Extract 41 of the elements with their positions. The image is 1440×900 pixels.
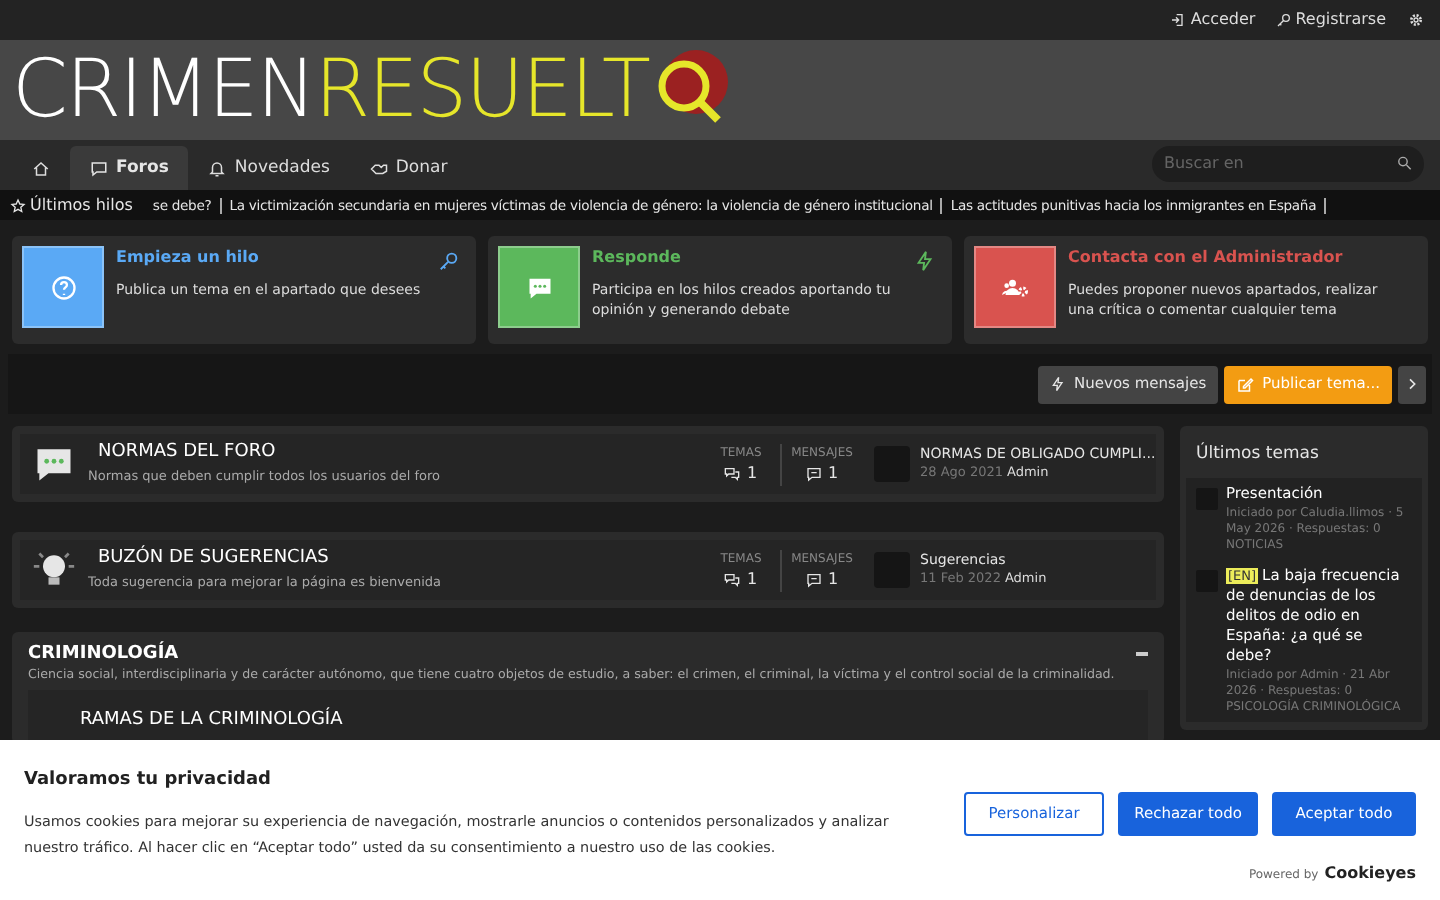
threads-icon xyxy=(724,465,741,481)
search-field[interactable]: Buscar en xyxy=(1152,145,1424,181)
cookie-title: Valoramos tu privacidad xyxy=(24,768,274,794)
message-icon xyxy=(805,465,822,481)
question-icon xyxy=(49,273,77,301)
threads-icon xyxy=(724,571,741,587)
login-link[interactable]: Acceder xyxy=(1164,0,1262,40)
bolt-icon xyxy=(1050,376,1067,392)
subforum-title[interactable]: RAMAS DE LA CRIMINOLOGÍA xyxy=(80,710,343,731)
settings-icon[interactable] xyxy=(1408,12,1424,28)
message-icon xyxy=(805,571,822,587)
forum-title[interactable]: BUZÓN DE SUGERENCIAS xyxy=(88,546,702,574)
stat-value: 1 xyxy=(724,567,758,591)
register-link[interactable]: Registrarse xyxy=(1269,0,1392,40)
bolt-icon xyxy=(914,250,936,272)
card-title[interactable]: Responde xyxy=(592,246,910,270)
nav-tab[interactable]: Novedades xyxy=(188,146,350,190)
home-icon xyxy=(32,159,50,177)
stat-value: 1 xyxy=(805,567,839,591)
search-icon xyxy=(1395,154,1412,172)
login-icon xyxy=(1170,12,1187,28)
key-icon xyxy=(1275,12,1292,28)
chat-icon xyxy=(525,273,553,301)
edit-icon xyxy=(1236,375,1255,393)
bell-icon xyxy=(208,159,227,177)
next-button[interactable] xyxy=(1398,365,1426,403)
search-input[interactable]: Buscar en xyxy=(1164,151,1396,175)
stat-value: 1 xyxy=(805,461,839,485)
forum-title[interactable]: NORMAS DEL FORO xyxy=(88,440,702,468)
chevron-right-icon xyxy=(1404,376,1420,392)
card-title[interactable]: Empieza un hilo xyxy=(116,246,421,270)
nav-tab[interactable]: Foros xyxy=(70,146,189,190)
card-title[interactable]: Contacta con el Administrador xyxy=(1068,246,1386,270)
stat-value: 1 xyxy=(724,461,758,485)
speech-bubble-icon xyxy=(90,159,108,177)
nav-tab[interactable]: Donar xyxy=(349,146,468,190)
category-title[interactable]: CRIMINOLOGÍA xyxy=(28,642,179,666)
cookieyes-logo: Cookieyes xyxy=(1324,862,1416,886)
star-icon xyxy=(10,197,26,213)
key-icon xyxy=(438,250,460,272)
sidebar-title: Últimos temas xyxy=(1194,440,1321,468)
